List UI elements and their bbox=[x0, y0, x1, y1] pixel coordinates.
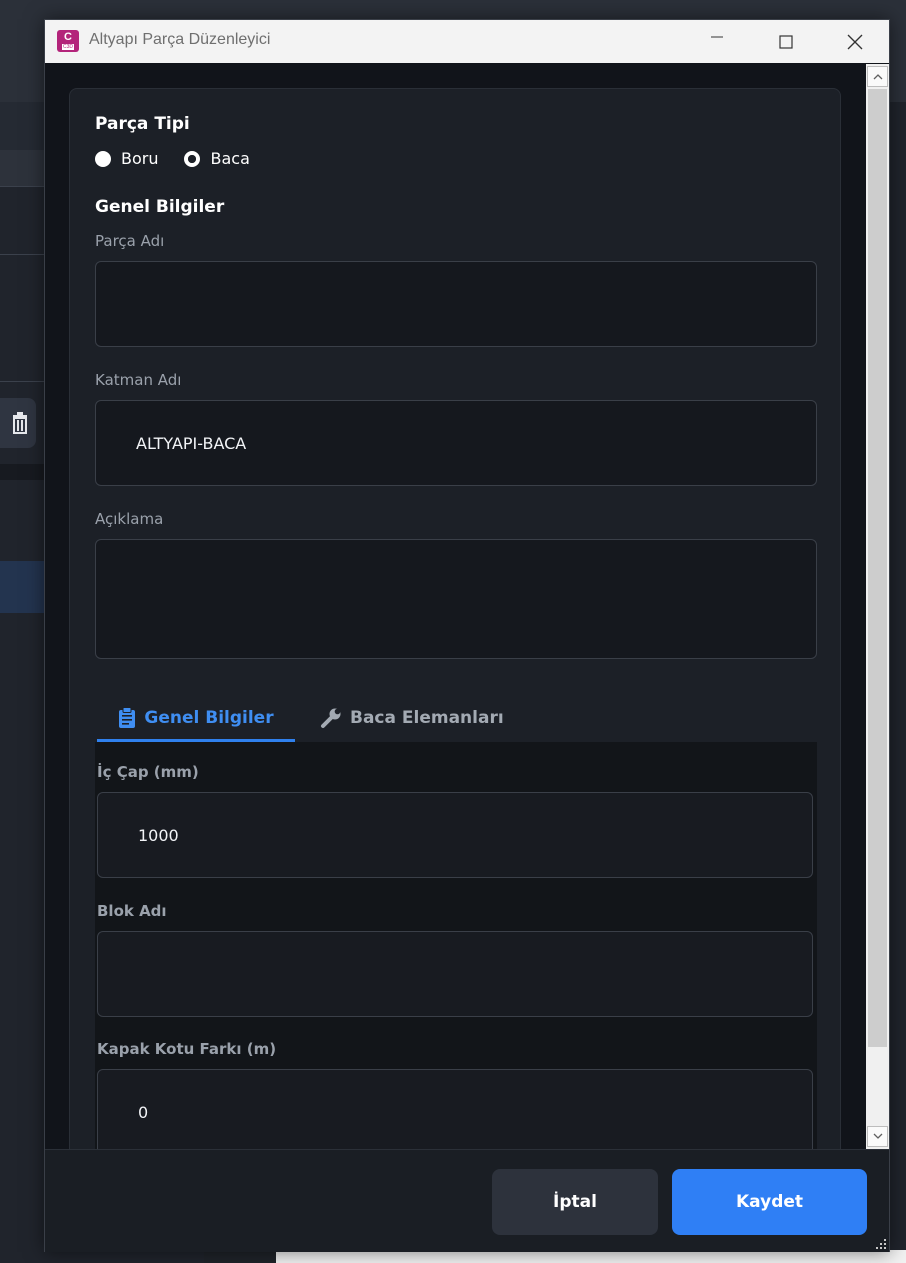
minimize-icon bbox=[711, 36, 723, 37]
form-card: Parça Tipi Boru Baca Genel Bilgiler Parç… bbox=[69, 88, 841, 1149]
scroll-down-button[interactable] bbox=[867, 1126, 888, 1147]
scrollbar-thumb[interactable] bbox=[868, 89, 887, 1047]
description-input[interactable] bbox=[95, 539, 817, 659]
radio-unchecked-icon bbox=[95, 150, 111, 167]
scroll-up-button[interactable] bbox=[867, 66, 888, 87]
cancel-button[interactable]: İptal bbox=[492, 1169, 658, 1235]
maximize-button[interactable] bbox=[751, 20, 821, 63]
cover-elevation-value: 0 bbox=[138, 1102, 149, 1122]
app-icon-letter: C bbox=[64, 31, 72, 43]
inner-diameter-value: 1000 bbox=[138, 825, 179, 845]
part-name-label: Parça Adı bbox=[95, 232, 165, 250]
inner-diameter-input[interactable]: 1000 bbox=[97, 792, 813, 878]
radio-boru[interactable]: Boru bbox=[95, 149, 158, 168]
radio-baca[interactable]: Baca bbox=[184, 149, 250, 168]
close-icon bbox=[847, 34, 863, 49]
cover-elevation-input[interactable]: 0 bbox=[97, 1069, 813, 1149]
window-title: Altyapı Parça Düzenleyici bbox=[89, 31, 271, 48]
chevron-up-icon bbox=[873, 74, 882, 80]
save-button[interactable]: Kaydet bbox=[672, 1169, 867, 1235]
vertical-scrollbar[interactable] bbox=[866, 64, 889, 1149]
app-icon: C C3D bbox=[57, 30, 79, 52]
radio-boru-label: Boru bbox=[121, 149, 159, 168]
maximize-icon bbox=[779, 34, 793, 49]
background-divider bbox=[0, 381, 44, 382]
part-type-radio-group: Boru Baca bbox=[95, 149, 276, 168]
part-type-heading: Parça Tipi bbox=[95, 114, 190, 134]
block-name-label: Blok Adı bbox=[97, 902, 167, 920]
trash-icon[interactable] bbox=[0, 398, 36, 448]
background-divider bbox=[0, 254, 44, 255]
background-panel bbox=[0, 102, 44, 150]
part-name-input[interactable] bbox=[95, 261, 817, 347]
clipboard-icon bbox=[118, 707, 136, 729]
dialog-footer: İptal Kaydet bbox=[45, 1149, 889, 1252]
radio-baca-label: Baca bbox=[210, 149, 250, 168]
block-name-input[interactable] bbox=[97, 931, 813, 1017]
background-divider bbox=[0, 464, 44, 480]
chevron-down-icon bbox=[873, 1133, 882, 1139]
cover-elevation-label: Kapak Kotu Farkı (m) bbox=[97, 1040, 277, 1058]
tab-chimney-elements-label: Baca Elemanları bbox=[350, 708, 504, 728]
radio-checked-icon bbox=[184, 150, 201, 167]
description-label: Açıklama bbox=[95, 510, 164, 528]
wrench-icon bbox=[320, 707, 342, 729]
app-icon-badge: C3D bbox=[62, 44, 75, 50]
title-bar[interactable]: C C3D Altyapı Parça Düzenleyici bbox=[45, 20, 889, 63]
layer-name-input[interactable]: ALTYAPI-BACA bbox=[95, 400, 817, 486]
general-info-tab-panel: İç Çap (mm) 1000 Blok Adı Kapak Kotu Far… bbox=[95, 742, 817, 1149]
layer-name-value: ALTYAPI-BACA bbox=[136, 433, 247, 453]
general-info-heading: Genel Bilgiler bbox=[95, 197, 225, 217]
layer-name-label: Katman Adı bbox=[95, 371, 182, 389]
tab-chimney-elements[interactable]: Baca Elemanları bbox=[320, 694, 504, 742]
part-editor-window: C C3D Altyapı Parça Düzenleyici Parça Ti… bbox=[44, 19, 890, 1252]
background-panel-header bbox=[0, 150, 44, 187]
tab-general-info-label: Genel Bilgiler bbox=[144, 708, 274, 728]
dialog-content: Parça Tipi Boru Baca Genel Bilgiler Parç… bbox=[45, 63, 889, 1149]
background-selected-row bbox=[0, 561, 44, 613]
inner-diameter-label: İç Çap (mm) bbox=[97, 763, 199, 781]
minimize-button[interactable] bbox=[682, 20, 752, 63]
resize-grip-icon[interactable] bbox=[873, 1236, 887, 1250]
tab-general-info[interactable]: Genel Bilgiler bbox=[97, 694, 295, 742]
close-button[interactable] bbox=[820, 20, 890, 63]
